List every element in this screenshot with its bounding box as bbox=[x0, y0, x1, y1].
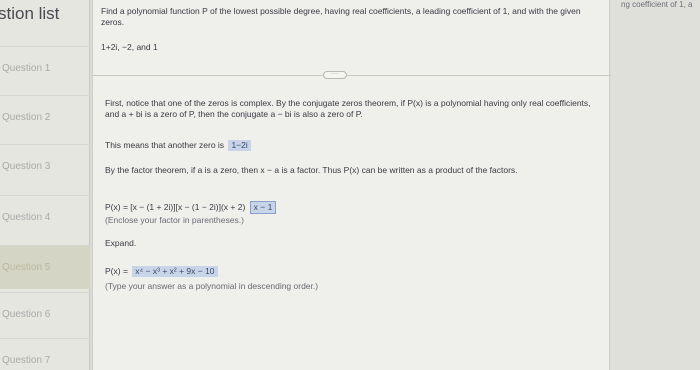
factored-form: P(x) = [x − (1 + 2i)][x − (1 − 2i)](x + … bbox=[105, 201, 595, 214]
expanded-form: P(x) = x⁴ − x³ + x² + 9x − 10 bbox=[105, 266, 595, 277]
given-zeros: 1+2i, −2, and 1 bbox=[101, 42, 158, 52]
sidebar-item-question-1[interactable]: Question 1 bbox=[0, 46, 90, 90]
question-panel: Find a polynomial function P of the lowe… bbox=[92, 0, 611, 370]
sidebar-item-question-2[interactable]: Question 2 bbox=[0, 95, 90, 139]
factored-prefix: P(x) = [x − (1 + 2i)][x − (1 − 2i)](x + … bbox=[105, 202, 246, 212]
expanded-prefix: P(x) = bbox=[105, 266, 128, 276]
factor-hint: (Enclose your factor in parentheses.) bbox=[105, 215, 244, 225]
right-panel-text: ng coefficient of 1, a bbox=[621, 0, 693, 9]
expand-label: Expand. bbox=[105, 238, 137, 248]
sidebar-item-question-6[interactable]: Question 6 bbox=[0, 292, 90, 336]
sidebar-item-question-3[interactable]: Question 3 bbox=[0, 144, 90, 188]
factor-answer[interactable]: x − 1 bbox=[249, 201, 277, 214]
more-button[interactable]: ···· bbox=[323, 71, 347, 79]
sidebar-item-question-5[interactable]: Question 5 bbox=[0, 245, 90, 289]
explanation-conjugate: First, notice that one of the zeros is c… bbox=[105, 98, 591, 119]
polynomial-answer[interactable]: x⁴ − x³ + x² + 9x − 10 bbox=[132, 266, 218, 277]
question-list-title: stion list bbox=[0, 4, 60, 23]
section-divider bbox=[93, 75, 611, 76]
sidebar-item-question-7[interactable]: Question 7 bbox=[0, 338, 90, 370]
polynomial-hint: (Type your answer as a polynomial in des… bbox=[105, 281, 319, 291]
question-prompt: Find a polynomial function P of the lowe… bbox=[101, 6, 581, 27]
sidebar-item-question-4[interactable]: Question 4 bbox=[0, 195, 90, 239]
another-zero-answer[interactable]: 1−2i bbox=[228, 140, 251, 151]
explanation-another-zero: This means that another zero is 1−2i bbox=[105, 140, 595, 151]
explanation-factor-theorem: By the factor theorem, if a is a zero, t… bbox=[105, 165, 518, 175]
another-zero-text: This means that another zero is bbox=[105, 140, 225, 150]
right-panel: ng coefficient of 1, a bbox=[611, 0, 700, 370]
question-list-sidebar: stion list Question 1 Question 2 Questio… bbox=[0, 0, 90, 370]
